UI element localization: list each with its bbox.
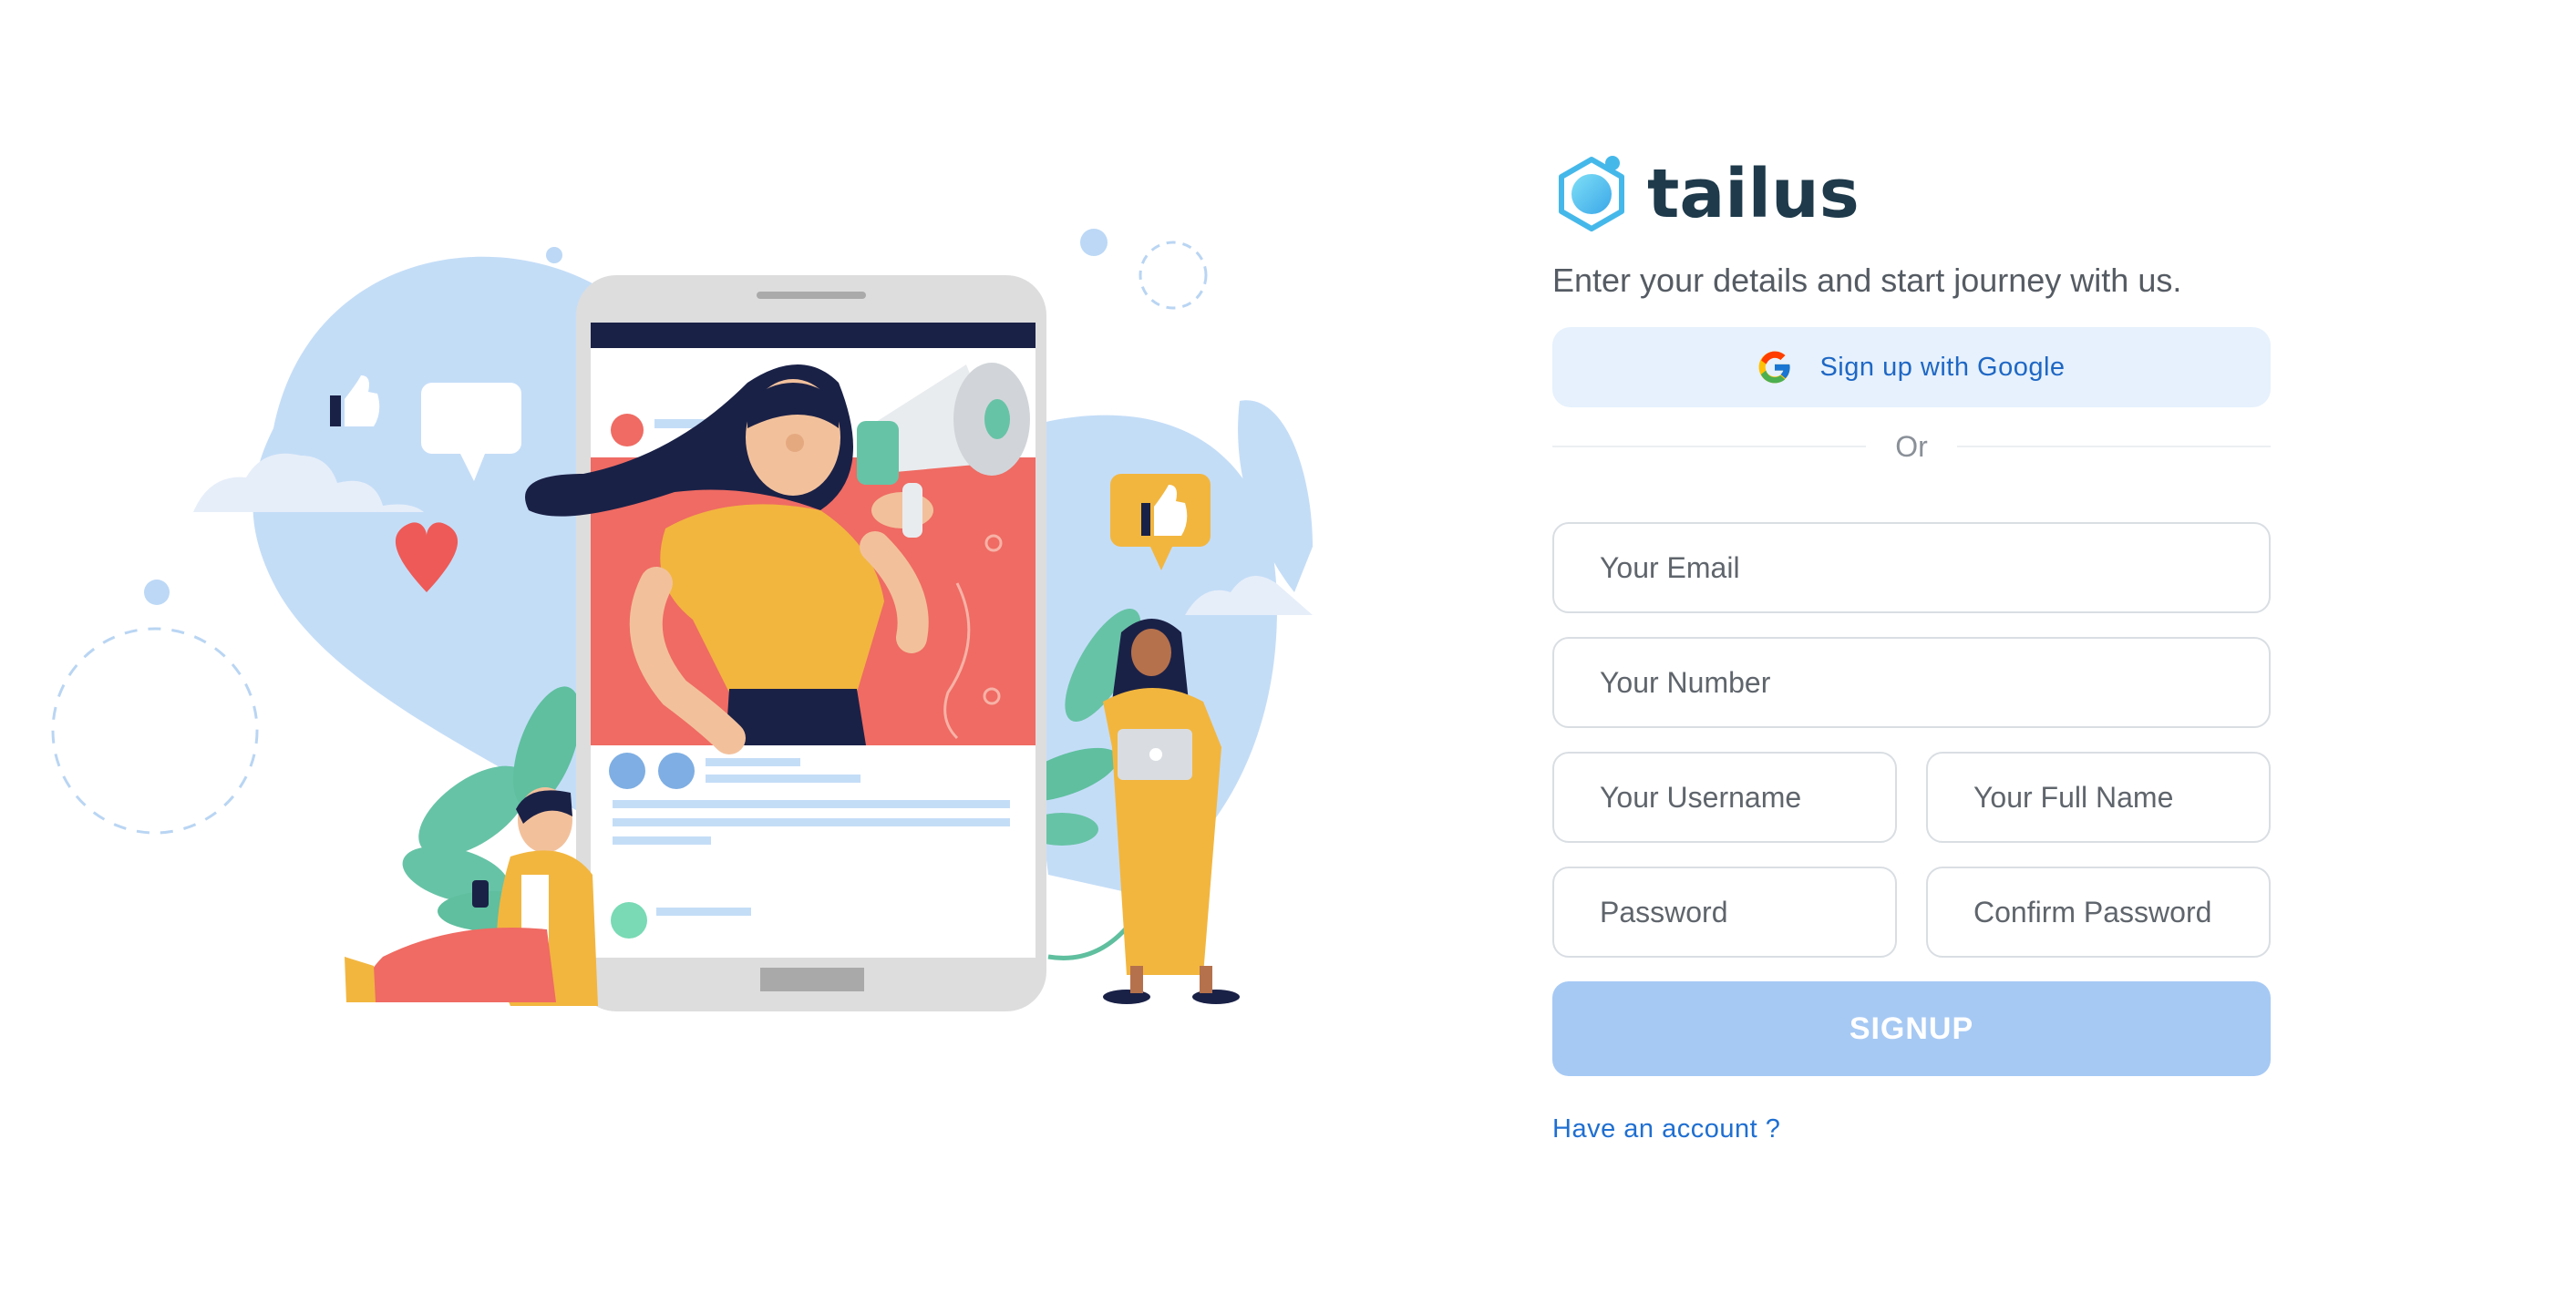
divider-line xyxy=(1552,446,1867,448)
divider-line xyxy=(1956,446,2272,448)
email-field[interactable]: Your Email xyxy=(1552,522,2271,614)
brand-name: tailus xyxy=(1647,155,1860,233)
google-icon xyxy=(1759,351,1791,384)
deco-dot xyxy=(144,580,170,605)
hero-illustration xyxy=(51,229,1313,1011)
full-name-placeholder: Your Full Name xyxy=(1973,780,2174,814)
password-placeholder: Password xyxy=(1600,895,1728,929)
tagline: Enter your details and start journey wit… xyxy=(1552,262,2182,299)
signup-panel: tailus Enter your details and start jour… xyxy=(1552,151,2272,1144)
google-signup-label: Sign up with Google xyxy=(1819,352,2066,382)
full-name-field[interactable]: Your Full Name xyxy=(1926,752,2271,844)
confirm-password-placeholder: Confirm Password xyxy=(1973,895,2212,929)
brand-logo[interactable]: tailus xyxy=(1552,151,2271,237)
divider-label: Or xyxy=(1895,429,1928,463)
deco-dashed-circle xyxy=(1139,241,1208,310)
number-placeholder: Your Number xyxy=(1600,665,1771,699)
deco-dashed-circle xyxy=(51,627,259,835)
deco-dot xyxy=(1080,229,1108,256)
signup-button[interactable]: SIGNUP xyxy=(1552,981,2271,1077)
confirm-password-field[interactable]: Confirm Password xyxy=(1926,867,2271,959)
email-placeholder: Your Email xyxy=(1600,550,1740,584)
google-signup-button[interactable]: Sign up with Google xyxy=(1552,327,2271,408)
or-divider: Or xyxy=(1552,426,2272,467)
username-field[interactable]: Your Username xyxy=(1552,752,1897,844)
username-placeholder: Your Username xyxy=(1600,780,1802,814)
have-account-link[interactable]: Have an account ? xyxy=(1552,1114,2271,1144)
tailus-logo-icon xyxy=(1559,156,1624,231)
password-field[interactable]: Password xyxy=(1552,867,1897,959)
number-field[interactable]: Your Number xyxy=(1552,637,2271,729)
deco-dot xyxy=(546,247,562,263)
